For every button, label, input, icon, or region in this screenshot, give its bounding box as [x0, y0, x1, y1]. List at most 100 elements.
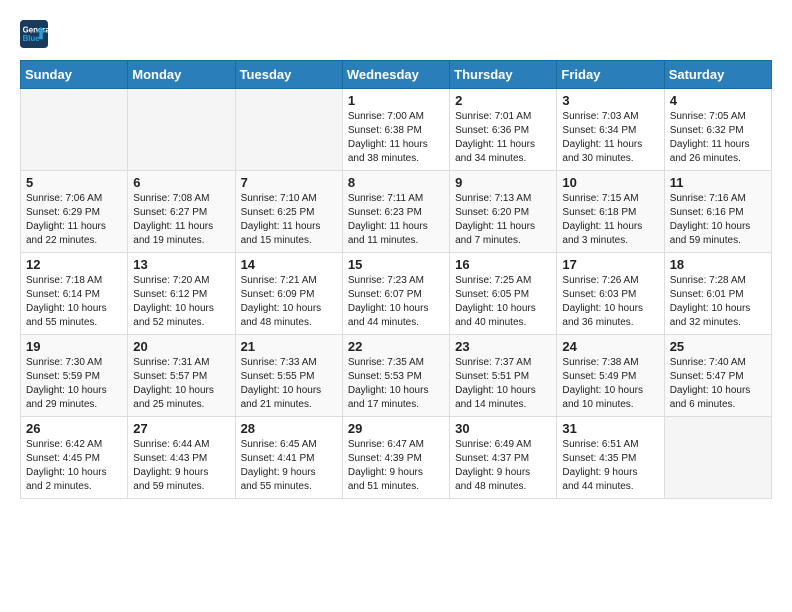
calendar-cell: 5 Sunrise: 7:06 AM Sunset: 6:29 PM Daylig…	[21, 171, 128, 253]
weekday-header-friday: Friday	[557, 61, 664, 89]
calendar-cell: 30 Sunrise: 6:49 AM Sunset: 4:37 PM Dayli…	[450, 417, 557, 499]
calendar-cell: 9Sunrise: 7:13 AM Sunset: 6:20 PM Daylig…	[450, 171, 557, 253]
day-number: 30	[455, 421, 551, 436]
calendar-cell: 1Sunrise: 7:00 AM Sunset: 6:38 PM Daylig…	[342, 89, 449, 171]
day-number: 27	[133, 421, 229, 436]
day-number: 17	[562, 257, 658, 272]
calendar-cell: 6 Sunrise: 7:08 AM Sunset: 6:27 PM Daylig…	[128, 171, 235, 253]
day-number: 25	[670, 339, 766, 354]
header-row: SundayMondayTuesdayWednesdayThursdayFrid…	[21, 61, 772, 89]
day-info: Sunrise: 7:38 AM Sunset: 5:49 PM Dayligh…	[562, 356, 658, 412]
day-number: 24	[562, 339, 658, 354]
day-info: Sunrise: 7:15 AM Sunset: 6:18 PM Dayligh…	[562, 192, 658, 248]
calendar-cell: 12 Sunrise: 7:18 AM Sunset: 6:14 PM Dayli…	[21, 253, 128, 335]
calendar-cell: 3 Sunrise: 7:03 AM Sunset: 6:34 PM Daylig…	[557, 89, 664, 171]
day-info: Sunrise: 7:26 AM Sunset: 6:03 PM Dayligh…	[562, 274, 658, 330]
day-number: 15	[348, 257, 444, 272]
day-number: 9	[455, 175, 551, 190]
calendar-cell: 10 Sunrise: 7:15 AM Sunset: 6:18 PM Dayli…	[557, 171, 664, 253]
day-info: Sunrise: 6:51 AM Sunset: 4:35 PM Dayligh…	[562, 438, 658, 494]
day-info: Sunrise: 7:01 AM Sunset: 6:36 PM Dayligh…	[455, 110, 551, 166]
calendar-cell: 23 Sunrise: 7:37 AM Sunset: 5:51 PM Dayli…	[450, 335, 557, 417]
calendar-header: SundayMondayTuesdayWednesdayThursdayFrid…	[21, 61, 772, 89]
calendar-cell: 25 Sunrise: 7:40 AM Sunset: 5:47 PM Dayli…	[664, 335, 771, 417]
calendar-cell: 16Sunrise: 7:25 AM Sunset: 6:05 PM Dayli…	[450, 253, 557, 335]
day-number: 21	[241, 339, 337, 354]
day-info: Sunrise: 6:44 AM Sunset: 4:43 PM Dayligh…	[133, 438, 229, 494]
day-info: Sunrise: 7:40 AM Sunset: 5:47 PM Dayligh…	[670, 356, 766, 412]
day-number: 23	[455, 339, 551, 354]
calendar-cell: 18 Sunrise: 7:28 AM Sunset: 6:01 PM Dayli…	[664, 253, 771, 335]
day-number: 13	[133, 257, 229, 272]
calendar-table: SundayMondayTuesdayWednesdayThursdayFrid…	[20, 60, 772, 499]
calendar-cell: 7Sunrise: 7:10 AM Sunset: 6:25 PM Daylig…	[235, 171, 342, 253]
calendar-cell: 20Sunrise: 7:31 AM Sunset: 5:57 PM Dayli…	[128, 335, 235, 417]
calendar-cell: 2 Sunrise: 7:01 AM Sunset: 6:36 PM Daylig…	[450, 89, 557, 171]
day-number: 28	[241, 421, 337, 436]
day-info: Sunrise: 7:18 AM Sunset: 6:14 PM Dayligh…	[26, 274, 122, 330]
calendar-cell: 14Sunrise: 7:21 AM Sunset: 6:09 PM Dayli…	[235, 253, 342, 335]
day-info: Sunrise: 7:35 AM Sunset: 5:53 PM Dayligh…	[348, 356, 444, 412]
weekday-header-sunday: Sunday	[21, 61, 128, 89]
calendar-cell: 17 Sunrise: 7:26 AM Sunset: 6:03 PM Dayli…	[557, 253, 664, 335]
day-info: Sunrise: 7:05 AM Sunset: 6:32 PM Dayligh…	[670, 110, 766, 166]
day-info: Sunrise: 7:28 AM Sunset: 6:01 PM Dayligh…	[670, 274, 766, 330]
day-info: Sunrise: 6:45 AM Sunset: 4:41 PM Dayligh…	[241, 438, 337, 494]
day-number: 6	[133, 175, 229, 190]
day-number: 26	[26, 421, 122, 436]
calendar-week-4: 19 Sunrise: 7:30 AM Sunset: 5:59 PM Dayli…	[21, 335, 772, 417]
weekday-header-thursday: Thursday	[450, 61, 557, 89]
calendar-cell: 19 Sunrise: 7:30 AM Sunset: 5:59 PM Dayli…	[21, 335, 128, 417]
day-number: 3	[562, 93, 658, 108]
day-info: Sunrise: 7:03 AM Sunset: 6:34 PM Dayligh…	[562, 110, 658, 166]
day-info: Sunrise: 7:06 AM Sunset: 6:29 PM Dayligh…	[26, 192, 122, 248]
svg-text:Blue: Blue	[23, 34, 41, 43]
day-info: Sunrise: 7:30 AM Sunset: 5:59 PM Dayligh…	[26, 356, 122, 412]
day-info: Sunrise: 7:11 AM Sunset: 6:23 PM Dayligh…	[348, 192, 444, 248]
day-number: 7	[241, 175, 337, 190]
day-info: Sunrise: 6:49 AM Sunset: 4:37 PM Dayligh…	[455, 438, 551, 494]
day-number: 5	[26, 175, 122, 190]
weekday-header-monday: Monday	[128, 61, 235, 89]
calendar-cell: 27 Sunrise: 6:44 AM Sunset: 4:43 PM Dayli…	[128, 417, 235, 499]
calendar-cell: 24 Sunrise: 7:38 AM Sunset: 5:49 PM Dayli…	[557, 335, 664, 417]
calendar-cell	[128, 89, 235, 171]
day-info: Sunrise: 6:42 AM Sunset: 4:45 PM Dayligh…	[26, 438, 122, 494]
day-number: 29	[348, 421, 444, 436]
day-number: 18	[670, 257, 766, 272]
day-info: Sunrise: 7:16 AM Sunset: 6:16 PM Dayligh…	[670, 192, 766, 248]
calendar-cell: 4 Sunrise: 7:05 AM Sunset: 6:32 PM Daylig…	[664, 89, 771, 171]
calendar-cell	[21, 89, 128, 171]
weekday-header-saturday: Saturday	[664, 61, 771, 89]
calendar-cell: 26 Sunrise: 6:42 AM Sunset: 4:45 PM Dayli…	[21, 417, 128, 499]
day-info: Sunrise: 7:37 AM Sunset: 5:51 PM Dayligh…	[455, 356, 551, 412]
weekday-header-wednesday: Wednesday	[342, 61, 449, 89]
day-number: 4	[670, 93, 766, 108]
day-number: 19	[26, 339, 122, 354]
day-number: 12	[26, 257, 122, 272]
calendar-week-3: 12 Sunrise: 7:18 AM Sunset: 6:14 PM Dayli…	[21, 253, 772, 335]
calendar-week-2: 5 Sunrise: 7:06 AM Sunset: 6:29 PM Daylig…	[21, 171, 772, 253]
calendar-cell: 21 Sunrise: 7:33 AM Sunset: 5:55 PM Dayli…	[235, 335, 342, 417]
calendar-cell: 31Sunrise: 6:51 AM Sunset: 4:35 PM Dayli…	[557, 417, 664, 499]
day-info: Sunrise: 7:33 AM Sunset: 5:55 PM Dayligh…	[241, 356, 337, 412]
calendar-cell	[664, 417, 771, 499]
day-number: 10	[562, 175, 658, 190]
calendar-body: 1Sunrise: 7:00 AM Sunset: 6:38 PM Daylig…	[21, 89, 772, 499]
day-info: Sunrise: 7:08 AM Sunset: 6:27 PM Dayligh…	[133, 192, 229, 248]
logo: General Blue	[20, 20, 52, 48]
calendar-cell: 29Sunrise: 6:47 AM Sunset: 4:39 PM Dayli…	[342, 417, 449, 499]
day-info: Sunrise: 7:21 AM Sunset: 6:09 PM Dayligh…	[241, 274, 337, 330]
weekday-header-tuesday: Tuesday	[235, 61, 342, 89]
day-info: Sunrise: 7:31 AM Sunset: 5:57 PM Dayligh…	[133, 356, 229, 412]
calendar-cell: 8Sunrise: 7:11 AM Sunset: 6:23 PM Daylig…	[342, 171, 449, 253]
day-number: 11	[670, 175, 766, 190]
calendar-week-1: 1Sunrise: 7:00 AM Sunset: 6:38 PM Daylig…	[21, 89, 772, 171]
calendar-cell: 15 Sunrise: 7:23 AM Sunset: 6:07 PM Dayli…	[342, 253, 449, 335]
logo-icon: General Blue	[20, 20, 48, 48]
day-info: Sunrise: 7:23 AM Sunset: 6:07 PM Dayligh…	[348, 274, 444, 330]
day-number: 1	[348, 93, 444, 108]
calendar-cell: 28 Sunrise: 6:45 AM Sunset: 4:41 PM Dayli…	[235, 417, 342, 499]
svg-text:General: General	[23, 25, 48, 34]
day-number: 2	[455, 93, 551, 108]
